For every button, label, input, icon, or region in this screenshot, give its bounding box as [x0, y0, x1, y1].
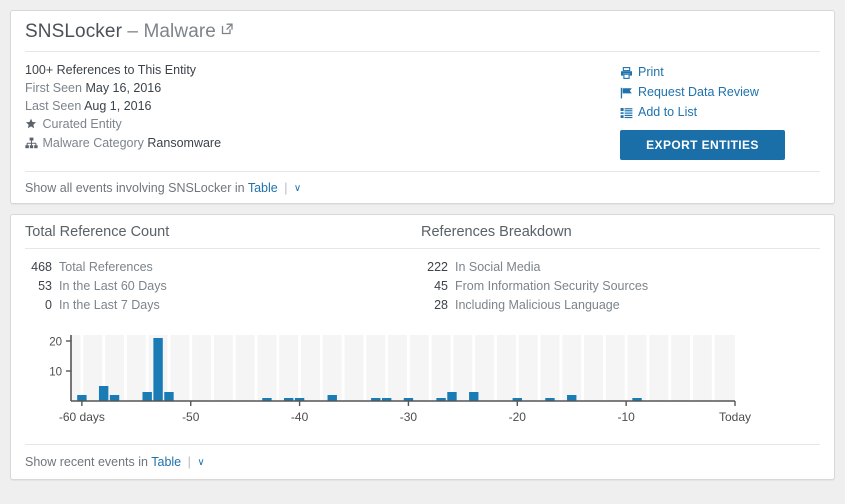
last-seen-label: Last Seen	[25, 99, 81, 113]
chart-x-tick-label: -40	[291, 410, 309, 424]
timeline-bar-chart-svg: 10 20 -60 days -50 -40 -30 -20 -10 Today	[25, 329, 825, 434]
chart-bar[interactable]	[142, 392, 151, 401]
chart-y-tick-label: 20	[49, 337, 62, 349]
show-all-events-row: Show all events involving SNSLocker in T…	[25, 171, 820, 195]
chart-bar[interactable]	[99, 386, 108, 401]
stat-label: Including Malicious Language	[455, 296, 620, 315]
first-seen-label: First Seen	[25, 81, 82, 95]
total-reference-stats: 468 Total References 53 In the Last 60 D…	[25, 258, 421, 315]
print-button[interactable]: Print	[620, 63, 820, 82]
chart-x-tick-label: -20	[509, 410, 527, 424]
malware-category-label: Malware Category	[42, 136, 143, 150]
entity-name: SNSLocker	[25, 21, 122, 42]
sitemap-icon	[25, 135, 39, 153]
stat-infosec-sources: 45 From Information Security Sources	[421, 277, 820, 296]
fact-curated-entity: Curated Entity	[25, 115, 620, 134]
chart-x-tick-label: -50	[182, 410, 200, 424]
chart-x-tick-label: -30	[400, 410, 418, 424]
printer-icon	[620, 67, 638, 79]
chart-y-tick-label: 10	[49, 367, 62, 379]
stat-value: 53	[25, 277, 59, 296]
fact-malware-category: Malware Category Ransomware	[25, 134, 620, 153]
chart-bar[interactable]	[77, 395, 86, 401]
stat-value: 45	[421, 277, 455, 296]
fact-first-seen: First Seen May 16, 2016	[25, 79, 620, 97]
chart-x-axis: -60 days -50 -40 -30 -20 -10 Today	[59, 401, 751, 424]
malware-category-value: Ransomware	[147, 136, 221, 150]
references-stats: 468 Total References 53 In the Last 60 D…	[25, 249, 820, 315]
stat-value: 28	[421, 296, 455, 315]
star-icon	[25, 116, 39, 134]
stat-malicious-language: 28 Including Malicious Language	[421, 296, 820, 315]
reference-count-text: 100+ References to This Entity	[25, 63, 196, 77]
chart-bar[interactable]	[447, 392, 456, 401]
chart-x-tick-label: Today	[719, 410, 751, 424]
stat-last-7-days: 0 In the Last 7 Days	[25, 296, 421, 315]
show-all-events-table-link[interactable]: Table	[248, 181, 278, 195]
show-recent-events-prefix: Show recent events in	[25, 455, 148, 469]
entity-facts: 100+ References to This Entity First See…	[25, 61, 620, 160]
fact-last-seen: Last Seen Aug 1, 2016	[25, 97, 620, 115]
entity-body: 100+ References to This Entity First See…	[25, 52, 820, 160]
chart-bar[interactable]	[469, 392, 478, 401]
stat-total-references: 468 Total References	[25, 258, 421, 277]
stat-label: Total References	[59, 258, 153, 277]
request-data-review-button[interactable]: Request Data Review	[620, 83, 820, 102]
chevron-down-icon[interactable]: ∨	[294, 183, 301, 194]
add-to-list-button[interactable]: Add to List	[620, 103, 820, 122]
first-seen-value: May 16, 2016	[85, 81, 161, 95]
entity-summary-card: SNSLocker – Malware 100+ References to T…	[10, 10, 835, 204]
references-headings: Total Reference Count References Breakdo…	[25, 215, 820, 249]
flag-icon	[620, 87, 638, 99]
curated-entity-label: Curated Entity	[42, 117, 121, 131]
show-all-events-separator: |	[284, 181, 287, 195]
chart-x-tick-label: -10	[617, 410, 635, 424]
request-data-review-label: Request Data Review	[638, 83, 759, 102]
chart-bar[interactable]	[328, 395, 337, 401]
stat-value: 468	[25, 258, 59, 277]
last-seen-value: Aug 1, 2016	[84, 99, 151, 113]
chart-bar[interactable]	[110, 395, 119, 401]
show-all-events-prefix: Show all events involving SNSLocker in	[25, 181, 245, 195]
references-card: Total Reference Count References Breakdo…	[10, 214, 835, 480]
references-timeline-chart: 10 20 -60 days -50 -40 -30 -20 -10 Today	[25, 329, 820, 434]
add-to-list-label: Add to List	[638, 103, 697, 122]
external-link-icon[interactable]	[221, 22, 234, 35]
entity-type: Malware	[143, 21, 216, 42]
stat-last-60-days: 53 In the Last 60 Days	[25, 277, 421, 296]
stat-value: 222	[421, 258, 455, 277]
stat-label: In the Last 7 Days	[59, 296, 160, 315]
total-reference-count-heading: Total Reference Count	[25, 215, 421, 249]
stat-value: 0	[25, 296, 59, 315]
references-breakdown-heading: References Breakdown	[421, 215, 820, 249]
list-icon	[620, 107, 638, 119]
print-label: Print	[638, 63, 664, 82]
page-root: SNSLocker – Malware 100+ References to T…	[0, 0, 845, 504]
show-recent-events-table-link[interactable]: Table	[151, 455, 181, 469]
stat-in-social-media: 222 In Social Media	[421, 258, 820, 277]
show-recent-events-separator: |	[188, 455, 191, 469]
references-breakdown-stats: 222 In Social Media 45 From Information …	[421, 258, 820, 315]
chart-y-axis: 10 20	[49, 337, 71, 379]
fact-reference-count: 100+ References to This Entity	[25, 61, 620, 79]
title-dash: –	[127, 21, 138, 42]
entity-actions: Print Request Data Review	[620, 61, 820, 160]
export-entities-button[interactable]: EXPORT ENTITIES	[620, 130, 785, 160]
chevron-down-icon[interactable]: ∨	[197, 457, 204, 468]
stat-label: In Social Media	[455, 258, 540, 277]
chart-bar[interactable]	[164, 392, 173, 401]
chart-bar[interactable]	[567, 395, 576, 401]
stat-label: In the Last 60 Days	[59, 277, 167, 296]
chart-x-tick-label: -60 days	[59, 410, 105, 424]
page-title: SNSLocker – Malware	[25, 11, 820, 52]
chart-bar[interactable]	[153, 338, 162, 401]
stat-label: From Information Security Sources	[455, 277, 648, 296]
chart-plot-background	[71, 335, 735, 401]
show-recent-events-row: Show recent events in Table | ∨	[25, 444, 820, 469]
